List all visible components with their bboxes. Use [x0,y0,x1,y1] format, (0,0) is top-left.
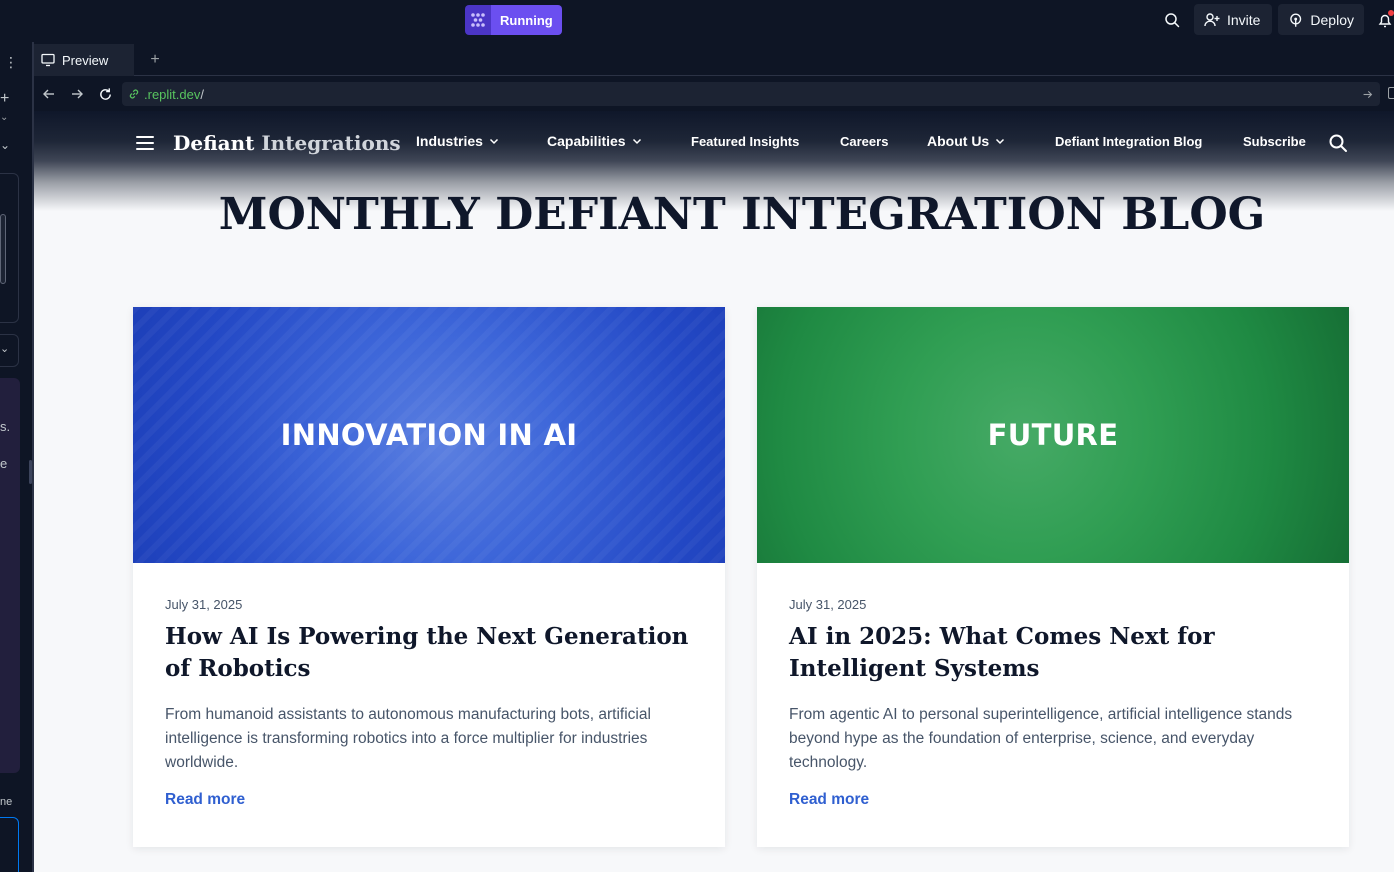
arrow-left-icon [43,89,54,99]
main-navigation: Industries Capabilities Featured Insight… [34,133,1394,155]
post-hero-image[interactable]: INNOVATION IN AI [133,307,725,563]
plus-icon: + [150,51,160,68]
post-excerpt: From humanoid assistants to autonomous m… [165,706,651,771]
new-window-icon[interactable] [1388,87,1394,99]
preview-url-bar: .replit.dev / [34,77,1394,111]
arrow-right-icon [72,89,83,99]
nav-label: Defiant Integration Blog [1055,134,1203,149]
chevron-down-icon[interactable]: ⌄ [0,112,8,123]
nav-subscribe[interactable]: Subscribe [1243,134,1306,149]
chat-text-fragment: e [0,456,8,471]
nav-label: Careers [840,134,889,149]
run-status-icon [465,5,491,35]
nav-capabilities[interactable]: Capabilities [547,133,642,149]
invite-label: Invite [1227,11,1261,28]
post-title[interactable]: AI in 2025: What Comes Next for Intellig… [789,621,1319,685]
open-url-button[interactable] [1358,85,1376,103]
back-button[interactable] [40,85,58,103]
chevron-down-icon: ⌄ [0,343,10,355]
url-path: / [200,86,204,102]
post-date: July 31, 2025 [789,597,867,612]
add-user-icon [1204,12,1220,26]
post-hero-text: FUTURE [987,418,1119,452]
post-hero-text: INNOVATION IN AI [280,418,578,452]
site-search-button[interactable] [1328,133,1350,155]
tab-preview[interactable]: Preview [34,44,134,76]
chat-input[interactable] [0,817,19,872]
nav-about-us[interactable]: About Us [927,133,1005,149]
blog-post-card: INNOVATION IN AI July 31, 2025 How AI Is… [133,307,725,847]
left-panel: ⋮ + ⌄ ⌄ ⌄ s. e ne [0,42,32,872]
post-excerpt: From agentic AI to personal superintelli… [789,706,1293,771]
chevron-down-icon [489,138,498,145]
nav-label: Subscribe [1243,134,1306,149]
scroll-thumb[interactable] [0,214,6,284]
more-options-icon[interactable]: ⋮ [4,54,18,71]
forward-button[interactable] [68,85,86,103]
nav-featured-insights[interactable]: Featured Insights [691,134,799,149]
run-status-label: Running [491,5,562,35]
pane-tab-bar: Preview + [34,44,1394,76]
chevron-down-icon [996,138,1005,145]
deploy-label: Deploy [1310,11,1354,28]
reload-icon [99,87,111,100]
nav-careers[interactable]: Careers [840,134,888,149]
monitor-icon [41,53,55,67]
nav-blog[interactable]: Defiant Integration Blog [1055,134,1202,149]
post-body: July 31, 2025 How AI Is Powering the Nex… [165,597,695,775]
url-host: .replit.dev [144,86,201,102]
replit-topbar: Running Invite Deploy [0,0,1394,42]
deploy-button[interactable]: Deploy [1278,4,1364,35]
chevron-down-icon[interactable]: ⌄ [0,138,10,152]
nav-industries[interactable]: Industries [416,133,499,149]
search-icon [1329,134,1347,152]
post-hero-image[interactable]: FUTURE [757,307,1349,563]
chat-text-fragment: ne [0,796,13,808]
page-title: MONTHLY DEFIANT INTEGRATION BLOG [218,189,1266,240]
nav-label: Capabilities [547,133,626,149]
run-status-badge[interactable]: Running [465,5,562,35]
blog-post-card: FUTURE July 31, 2025 AI in 2025: What Co… [757,307,1349,847]
notification-dot [1388,10,1394,16]
url-field[interactable]: .replit.dev / [122,82,1380,106]
post-title[interactable]: How AI Is Powering the Next Generation o… [165,621,695,685]
nav-label: About Us [927,133,990,149]
invite-button[interactable]: Invite [1194,4,1272,35]
nav-label: Industries [416,133,483,149]
post-date: July 31, 2025 [165,597,243,612]
chat-text-fragment: s. [0,419,11,434]
chat-panel [0,378,20,773]
website-viewport: Defiant Integrations Industries Capabili… [34,111,1394,872]
search-button[interactable] [1158,6,1186,34]
chevron-down-icon [632,138,641,145]
post-body: July 31, 2025 AI in 2025: What Comes Nex… [789,597,1319,775]
notifications-button[interactable] [1376,6,1394,34]
plus-icon[interactable]: + [0,90,9,108]
search-icon [1165,13,1180,28]
link-icon [129,89,139,99]
nav-label: Featured Insights [691,134,800,149]
deploy-icon [1290,13,1302,27]
add-tab-button[interactable]: + [144,49,166,71]
arrow-right-icon [1363,90,1372,98]
reload-button[interactable] [96,85,114,103]
read-more-link[interactable]: Read more [165,791,245,809]
read-more-link[interactable]: Read more [789,791,869,809]
tab-preview-label: Preview [62,52,109,68]
